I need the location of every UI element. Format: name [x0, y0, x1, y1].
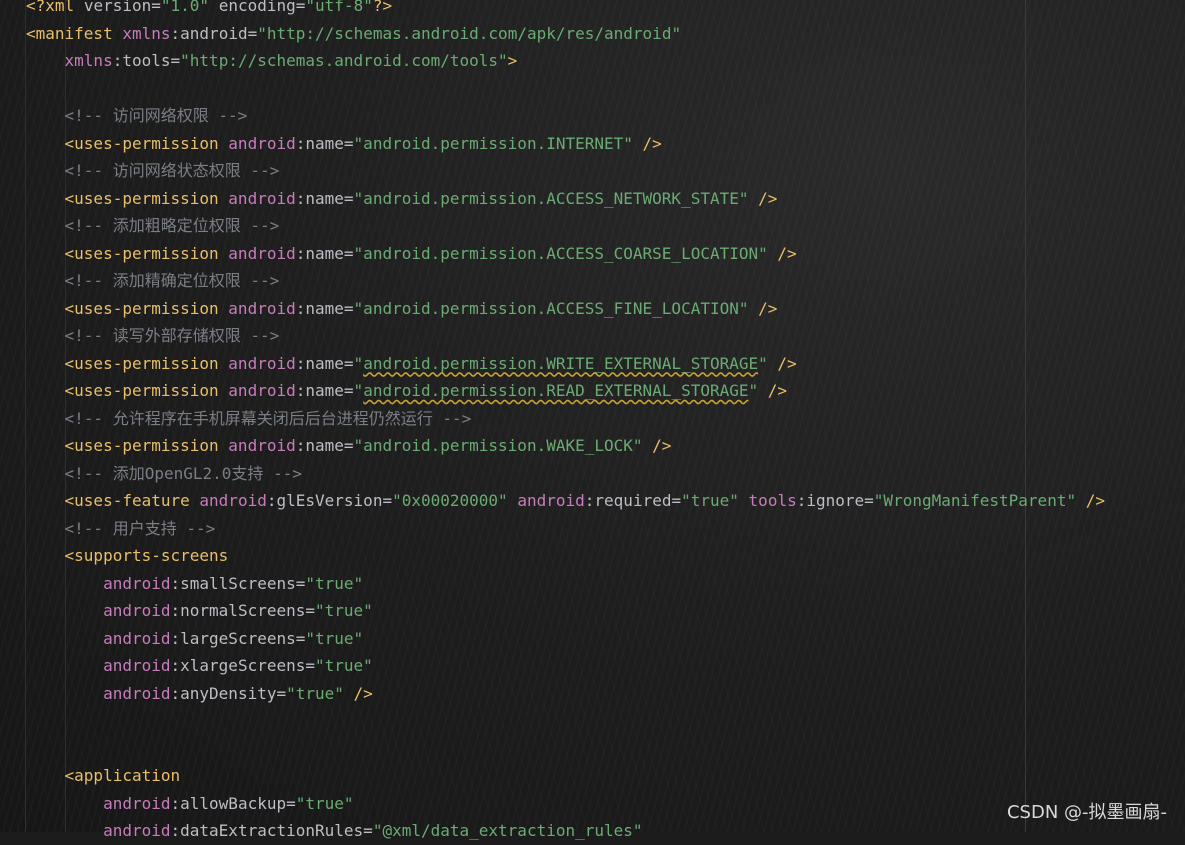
code-line[interactable]: <uses-permission android:name="android.p…: [26, 432, 1185, 460]
code-line[interactable]: <manifest xmlns:android="http://schemas.…: [26, 20, 1185, 48]
code-line[interactable]: <uses-permission android:name="android.p…: [26, 240, 1185, 268]
code-line[interactable]: android:normalScreens="true": [26, 597, 1185, 625]
code-line[interactable]: [26, 735, 1185, 763]
code-line[interactable]: <uses-permission android:name="android.p…: [26, 350, 1185, 378]
code-line[interactable]: <application: [26, 762, 1185, 790]
code-line[interactable]: <?xml version="1.0" encoding="utf-8"?>: [26, 0, 1185, 20]
code-line[interactable]: xmlns:tools="http://schemas.android.com/…: [26, 47, 1185, 75]
code-line[interactable]: <uses-feature android:glEsVersion="0x000…: [26, 487, 1185, 515]
code-line[interactable]: <uses-permission android:name="android.p…: [26, 130, 1185, 158]
code-line[interactable]: <uses-permission android:name="android.p…: [26, 377, 1185, 405]
code-line[interactable]: <supports-screens: [26, 542, 1185, 570]
code-line[interactable]: <!-- 访问网络权限 -->: [26, 102, 1185, 130]
code-line[interactable]: <uses-permission android:name="android.p…: [26, 185, 1185, 213]
code-line[interactable]: [26, 707, 1185, 735]
code-line[interactable]: <!-- 允许程序在手机屏幕关闭后后台进程仍然运行 -->: [26, 405, 1185, 433]
code-line[interactable]: <!-- 添加精确定位权限 -->: [26, 267, 1185, 295]
code-line[interactable]: android:largeScreens="true": [26, 625, 1185, 653]
code-line[interactable]: android:anyDensity="true" />: [26, 680, 1185, 708]
csdn-watermark: CSDN @-拟墨画扇-: [1006, 802, 1167, 823]
code-line[interactable]: <!-- 读写外部存储权限 -->: [26, 322, 1185, 350]
code-line[interactable]: <!-- 用户支持 -->: [26, 515, 1185, 543]
code-editor[interactable]: <?xml version="1.0" encoding="utf-8"?> <m…: [26, 0, 1185, 845]
code-line[interactable]: <!-- 添加OpenGL2.0支持 -->: [26, 460, 1185, 488]
code-line[interactable]: <uses-permission android:name="android.p…: [26, 295, 1185, 323]
code-line[interactable]: <!-- 访问网络状态权限 -->: [26, 157, 1185, 185]
code-line[interactable]: [26, 75, 1185, 103]
code-line[interactable]: <!-- 添加粗略定位权限 -->: [26, 212, 1185, 240]
code-line[interactable]: android:smallScreens="true": [26, 570, 1185, 598]
code-line[interactable]: android:xlargeScreens="true": [26, 652, 1185, 680]
